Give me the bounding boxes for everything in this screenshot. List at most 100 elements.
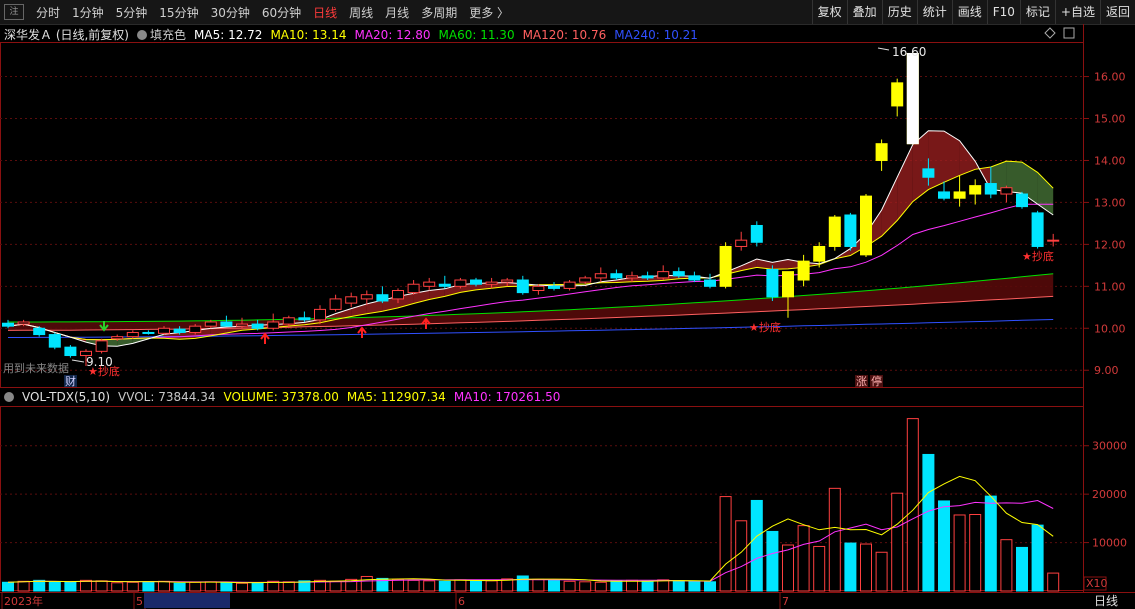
candle-body-67	[1047, 239, 1060, 242]
buy-signal-3: ★抄底	[1022, 249, 1054, 263]
candle-body-9	[142, 331, 155, 334]
candle-body-2	[33, 327, 46, 336]
candle-body-63	[984, 183, 997, 195]
vol-bar-35	[548, 579, 560, 592]
x-label-3: 6	[458, 595, 465, 608]
candle-body-66	[1031, 212, 1044, 247]
vol-tick-label-1: 20000	[1092, 488, 1127, 501]
vol-bar-50	[782, 544, 794, 592]
vol-bar-65	[1016, 546, 1028, 592]
candle-body-40	[626, 275, 638, 279]
vol-bar-37	[579, 581, 592, 592]
candle-body-44	[688, 275, 701, 281]
price-tick-label-1: 10.00	[1094, 322, 1126, 335]
vol-bar-28	[438, 580, 451, 592]
chart-canvas[interactable]: 9.00 10.00 11.00 12.00 13.00 14.00 15.00 16.00 1…	[0, 0, 1135, 609]
vol-bar-53	[828, 487, 841, 592]
vol-bar-54	[844, 542, 857, 592]
vol-bar-1	[17, 580, 30, 592]
vol-bar-44	[688, 580, 701, 592]
candle-body-37	[579, 277, 592, 283]
cai-label[interactable]: 财	[65, 374, 76, 388]
vol-bar-3	[48, 581, 61, 592]
candle-body-28	[438, 283, 451, 287]
candle-body-24	[376, 294, 389, 302]
candle-body-16	[251, 323, 264, 329]
candle-body-30	[470, 279, 482, 285]
candle-body-54	[844, 214, 857, 247]
vol-bar-0	[2, 581, 14, 592]
high-label: 16.60	[892, 45, 926, 59]
candle-body-65	[1016, 193, 1028, 208]
candle-body-4	[64, 346, 77, 357]
buy-signal-1: ★抄底	[88, 364, 120, 378]
candle-body-41	[641, 275, 654, 279]
x-label-4: 7	[782, 595, 789, 608]
candle-body-35	[548, 285, 560, 289]
candle-body-13	[204, 321, 217, 327]
vol-bar-14	[220, 582, 233, 592]
y-axis-labels: 9.00 10.00 11.00 12.00 13.00 14.00 15.00 16.00 1…	[1083, 71, 1127, 550]
vol-panel-frame	[0, 406, 1084, 591]
candle-body-23	[360, 294, 373, 300]
vol-bar-60	[938, 500, 950, 592]
candle-body-0	[2, 322, 14, 327]
price-tick-label-4: 13.00	[1094, 196, 1126, 209]
candle-body-34	[532, 285, 545, 292]
vol-bar-34	[532, 578, 545, 592]
candle-body-17	[267, 321, 280, 329]
high-pointer	[877, 47, 890, 51]
candle-body-60	[938, 191, 950, 199]
vol-bar-61	[953, 514, 966, 592]
candle-body-57	[891, 82, 904, 107]
vol-bar-8	[126, 581, 139, 592]
candle-body-61	[953, 191, 966, 199]
ting-label[interactable]: 停	[871, 374, 882, 388]
vol-bar-66	[1031, 524, 1044, 592]
x10-label: X10	[1086, 577, 1108, 590]
layout-icon[interactable]	[1063, 27, 1075, 39]
future-data-note: 用到未来数据	[3, 361, 69, 375]
vol-bar-4	[64, 581, 77, 592]
candle-body-38	[594, 273, 607, 279]
candle-body-51	[797, 260, 810, 281]
vol-bar-36	[563, 580, 576, 592]
candle-body-27	[423, 281, 436, 287]
candle-body-11	[173, 328, 186, 333]
low-pointer	[71, 359, 85, 363]
ma-fill-bands	[8, 130, 1054, 347]
ma60-ma120-fill	[8, 273, 1054, 331]
vol-bar-43	[672, 580, 685, 592]
vol-bar-57	[891, 492, 904, 592]
vol-bar-42	[657, 579, 670, 592]
vol-bar-27	[423, 580, 436, 592]
ma5-ma10-fill-66	[1037, 172, 1054, 215]
ma5-ma10-fill-59	[928, 130, 944, 190]
vol-grid	[0, 445, 1083, 544]
candle-body-21	[329, 298, 342, 310]
vol-bar-2	[33, 579, 46, 592]
candle-body-49	[766, 269, 779, 298]
vol-bar-25	[392, 578, 404, 592]
price-tick-label-5: 14.00	[1094, 154, 1126, 167]
candle-body-14	[220, 321, 233, 327]
vol-bar-39	[610, 580, 623, 592]
candle-body-1	[17, 321, 30, 325]
vol-bar-12	[189, 581, 202, 592]
candle-body-39	[610, 273, 623, 279]
vol-bar-6	[95, 580, 108, 592]
vol-tick-label-2: 30000	[1092, 440, 1127, 453]
diamond-icon[interactable]	[1044, 27, 1056, 39]
price-tick-label-3: 12.00	[1094, 238, 1126, 251]
vol-bar-45	[704, 581, 716, 592]
vol-bar-41	[641, 580, 654, 592]
candle-body-64	[1000, 187, 1013, 195]
candle-body-53	[828, 216, 841, 247]
candle-body-52	[813, 245, 826, 262]
zhang-label[interactable]: 涨	[856, 375, 867, 388]
vol-bar-47	[735, 520, 748, 592]
vol-bar-30	[470, 579, 482, 592]
candle-body-62	[969, 185, 982, 195]
vol-bar-67	[1047, 572, 1060, 592]
vol-bar-56	[875, 551, 888, 592]
